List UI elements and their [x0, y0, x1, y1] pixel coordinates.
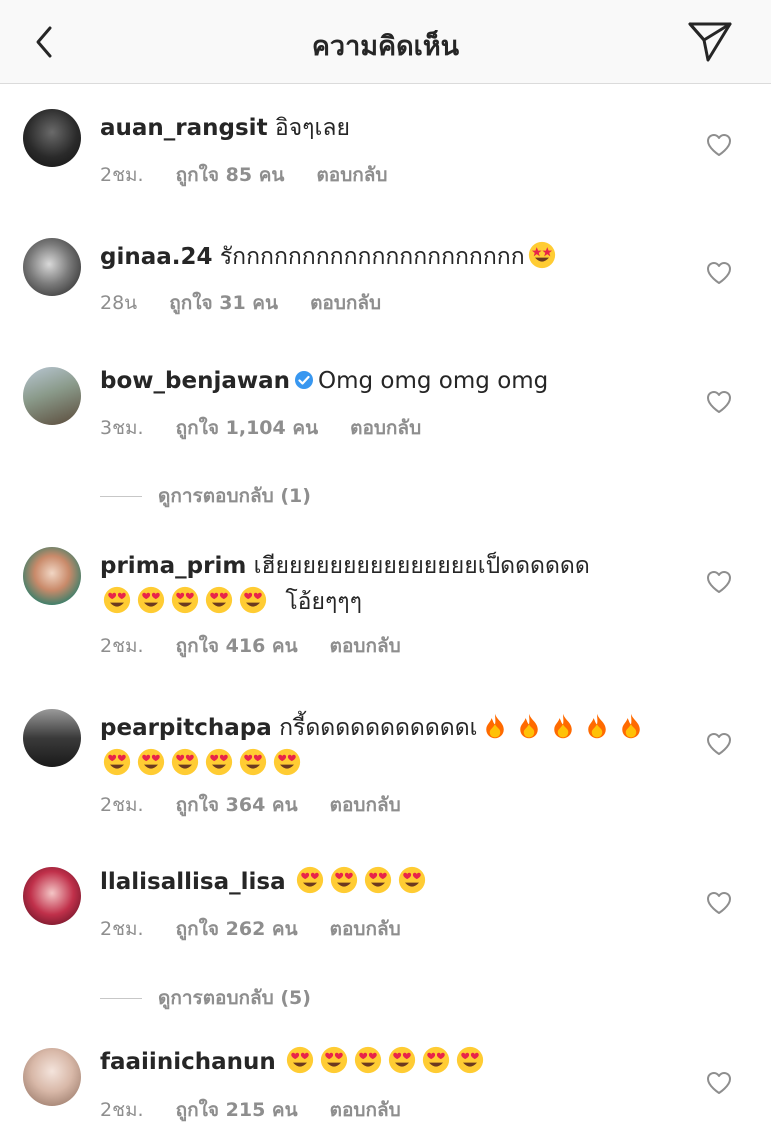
- reply-button[interactable]: ตอบกลับ: [350, 417, 421, 439]
- avatar[interactable]: [23, 547, 81, 605]
- heart-icon[interactable]: [706, 891, 732, 915]
- heart-icon[interactable]: [706, 1071, 732, 1095]
- comment-text: กรี้ดดดดดดดดดดดเ: [279, 715, 478, 741]
- comment-time: 2ชม.: [100, 1099, 144, 1121]
- heart-icon[interactable]: [706, 261, 732, 285]
- comment-likes[interactable]: ถูกใจ 364 คน: [176, 794, 298, 816]
- fire-emoji: [549, 712, 577, 740]
- view-replies-button[interactable]: ดูการตอบกลับ (5): [100, 983, 311, 1013]
- comment-meta: 28น ถูกใจ 31 คน ตอบกลับ: [100, 288, 407, 318]
- view-replies-label: ดูการตอบกลับ (1): [158, 485, 311, 507]
- heart-eyes-emoji: [239, 586, 267, 614]
- reply-button[interactable]: ตอบกลับ: [330, 794, 401, 816]
- comment-username[interactable]: pearpitchapa: [100, 715, 272, 741]
- comment-likes[interactable]: ถูกใจ 1,104 คน: [176, 417, 318, 439]
- heart-eyes-emoji: [330, 866, 358, 894]
- avatar[interactable]: [23, 867, 81, 925]
- comment-time: 2ชม.: [100, 794, 144, 816]
- fire-emoji: [481, 712, 509, 740]
- heart-icon[interactable]: [706, 133, 732, 157]
- comment-username[interactable]: faaiinichanun: [100, 1049, 276, 1075]
- heart-eyes-emoji: [320, 1046, 348, 1074]
- comment-text: เฮียยยยยยยยยยยยยยยเป็ดดดดดด: [253, 553, 590, 579]
- comment-username[interactable]: bow_benjawan: [100, 368, 290, 394]
- comment-meta: 3ชม. ถูกใจ 1,104 คน ตอบกลับ: [100, 413, 447, 443]
- avatar[interactable]: [23, 1048, 81, 1106]
- top-bar: ความคิดเห็น: [0, 0, 771, 84]
- avatar[interactable]: [23, 238, 81, 296]
- view-replies-label: ดูการตอบกลับ (5): [158, 987, 311, 1009]
- comment-username[interactable]: prima_prim: [100, 553, 246, 579]
- comment-meta: 2ชม. ถูกใจ 85 คน ตอบกลับ: [100, 160, 413, 190]
- heart-eyes-emoji: [137, 748, 165, 776]
- comment-meta: 2ชม. ถูกใจ 364 คน ตอบกลับ: [100, 790, 427, 820]
- page-title: ความคิดเห็น: [311, 31, 460, 62]
- heart-icon[interactable]: [706, 570, 732, 594]
- heart-eyes-emoji: [364, 866, 392, 894]
- comment-username[interactable]: llalisallisa_lisa: [100, 869, 286, 895]
- fire-emoji: [515, 712, 543, 740]
- comment-meta: 2ชม. ถูกใจ 416 คน ตอบกลับ: [100, 631, 427, 661]
- comment-username[interactable]: auan_rangsit: [100, 115, 268, 141]
- heart-eyes-emoji: [273, 748, 301, 776]
- comment-time: 2ชม.: [100, 164, 144, 186]
- heart-icon[interactable]: [706, 390, 732, 414]
- comment-likes[interactable]: ถูกใจ 416 คน: [176, 635, 298, 657]
- heart-eyes-emoji: [103, 748, 131, 776]
- comment-time: 2ชม.: [100, 635, 144, 657]
- reply-button[interactable]: ตอบกลับ: [316, 164, 387, 186]
- comment-text-2: โอ้ยๆๆๆ: [285, 589, 363, 615]
- comment-username[interactable]: ginaa.24: [100, 244, 213, 270]
- comment-likes[interactable]: ถูกใจ 85 คน: [176, 164, 285, 186]
- reply-button[interactable]: ตอบกลับ: [330, 1099, 401, 1121]
- heart-eyes-emoji: [239, 748, 267, 776]
- avatar[interactable]: [23, 709, 81, 767]
- comment-time: 28น: [100, 292, 138, 314]
- replies-divider: [100, 998, 142, 999]
- heart-eyes-emoji: [388, 1046, 416, 1074]
- reply-button[interactable]: ตอบกลับ: [330, 918, 401, 940]
- avatar[interactable]: [23, 109, 81, 167]
- star-struck-emoji: [528, 241, 556, 269]
- fire-emoji: [617, 712, 645, 740]
- heart-eyes-emoji: [398, 866, 426, 894]
- reply-button[interactable]: ตอบกลับ: [310, 292, 381, 314]
- comment-likes[interactable]: ถูกใจ 262 คน: [176, 918, 298, 940]
- heart-eyes-emoji: [422, 1046, 450, 1074]
- comment-time: 3ชม.: [100, 417, 144, 439]
- heart-eyes-emoji: [103, 586, 131, 614]
- avatar[interactable]: [23, 367, 81, 425]
- verified-badge-icon: [295, 371, 313, 389]
- fire-emoji: [583, 712, 611, 740]
- heart-icon[interactable]: [706, 732, 732, 756]
- heart-eyes-emoji: [137, 586, 165, 614]
- comment-likes[interactable]: ถูกใจ 31 คน: [169, 292, 278, 314]
- view-replies-button[interactable]: ดูการตอบกลับ (1): [100, 481, 311, 511]
- reply-button[interactable]: ตอบกลับ: [330, 635, 401, 657]
- heart-eyes-emoji: [205, 748, 233, 776]
- heart-eyes-emoji: [171, 748, 199, 776]
- comment-meta: 2ชม. ถูกใจ 262 คน ตอบกลับ: [100, 914, 427, 944]
- comment-text: Omg omg omg omg: [318, 368, 549, 394]
- heart-eyes-emoji: [286, 1046, 314, 1074]
- heart-eyes-emoji: [354, 1046, 382, 1074]
- comment-time: 2ชม.: [100, 918, 144, 940]
- send-icon: [688, 22, 732, 62]
- comment-meta: 2ชม. ถูกใจ 215 คน ตอบกลับ: [100, 1095, 427, 1125]
- heart-eyes-emoji: [205, 586, 233, 614]
- heart-eyes-emoji: [296, 866, 324, 894]
- comment-text: อิจๆเลย: [274, 115, 350, 141]
- comment-likes[interactable]: ถูกใจ 215 คน: [176, 1099, 298, 1121]
- comment-text: รักกกกกกกกกกกกกกกกกกกกก: [219, 244, 525, 270]
- send-button[interactable]: [686, 20, 734, 64]
- heart-eyes-emoji: [171, 586, 199, 614]
- heart-eyes-emoji: [456, 1046, 484, 1074]
- replies-divider: [100, 496, 142, 497]
